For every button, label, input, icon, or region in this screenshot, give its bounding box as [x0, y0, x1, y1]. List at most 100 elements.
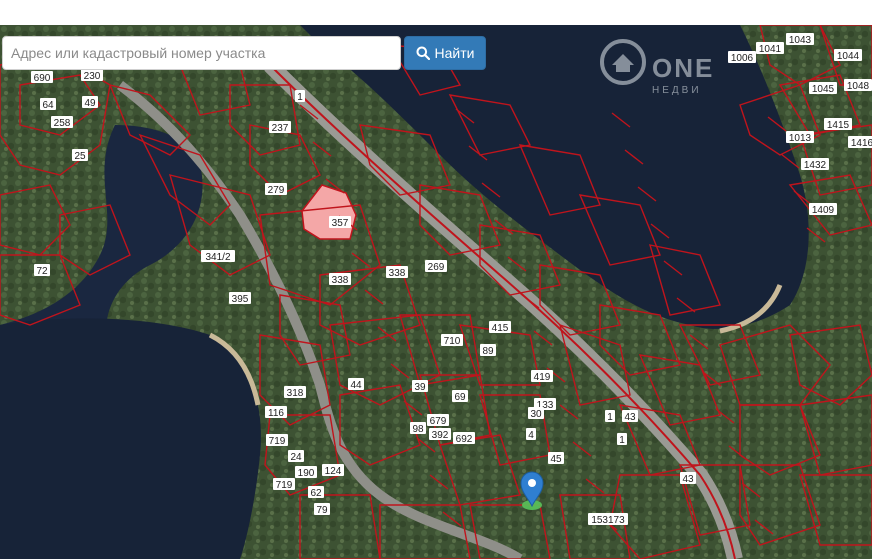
parcel-number-label: 72 [34, 264, 50, 277]
watermark-title: ONE [652, 53, 715, 83]
address-search-input[interactable] [2, 36, 401, 70]
find-button[interactable]: Найти [404, 36, 486, 70]
parcel-number-label: 1 [617, 433, 627, 446]
parcel-number-label: 1409 [809, 203, 837, 216]
parcel-number-label: 4 [526, 428, 536, 441]
parcel-number-label: 338 [386, 266, 408, 279]
svg-text:419: 419 [534, 372, 551, 383]
parcel-number-label: 43 [680, 472, 696, 485]
svg-text:124: 124 [325, 466, 342, 477]
parcel-number-label: 395 [229, 292, 251, 305]
svg-text:279: 279 [268, 185, 285, 196]
parcel-number-label: 392 [429, 428, 451, 441]
svg-text:98: 98 [412, 424, 424, 435]
svg-text:116: 116 [268, 408, 284, 419]
parcel-number-label: 124 [322, 464, 344, 477]
svg-text:269: 269 [428, 262, 445, 273]
parcel-number-label: 1432 [801, 158, 829, 171]
parcel-number-label: 719 [273, 478, 295, 491]
parcel-number-label: 69 [452, 390, 468, 403]
parcel-number-label: 1048 [844, 79, 872, 92]
parcel-number-label: 116 [265, 406, 287, 419]
svg-text:1043: 1043 [789, 35, 812, 46]
parcel-number-label: 190 [295, 466, 317, 479]
svg-text:72: 72 [36, 266, 48, 277]
parcel-number-label: 690 [31, 71, 53, 84]
svg-text:4: 4 [528, 430, 534, 441]
map-marker-icon[interactable] [520, 471, 544, 510]
svg-text:710: 710 [444, 336, 461, 347]
parcel-number-label: 318 [284, 386, 306, 399]
svg-text:1: 1 [619, 435, 625, 446]
svg-text:341/2: 341/2 [205, 252, 230, 263]
parcel-number-label: 1 [295, 90, 305, 103]
svg-text:45: 45 [550, 454, 562, 465]
parcel-number-label: 44 [348, 378, 364, 391]
parcel-number-label: 39 [412, 380, 428, 393]
svg-text:153173: 153173 [591, 515, 625, 526]
watermark-subtitle: НЕДВИ [652, 85, 702, 96]
parcel-number-label: 1041 [756, 42, 784, 55]
svg-text:39: 39 [414, 382, 426, 393]
parcel-number-label: 64 [40, 98, 56, 111]
svg-text:89: 89 [482, 346, 494, 357]
parcel-number-label: 89 [480, 344, 496, 357]
svg-text:690: 690 [34, 73, 51, 84]
parcel-number-label: 1045 [809, 82, 837, 95]
parcel-number-label: 341/2 [201, 250, 235, 263]
svg-text:357: 357 [332, 218, 349, 229]
parcel-number-label: 237 [269, 121, 291, 134]
parcel-number-label: 230 [81, 69, 103, 82]
svg-text:395: 395 [232, 294, 249, 305]
lake-southwest [0, 318, 261, 559]
svg-text:1013: 1013 [789, 133, 812, 144]
parcel-number-label: 1416 [848, 136, 872, 149]
page-top-strip [0, 0, 872, 25]
svg-text:43: 43 [682, 474, 694, 485]
parcel-number-label: 79 [314, 503, 330, 516]
svg-text:24: 24 [290, 452, 302, 463]
svg-text:258: 258 [54, 118, 71, 129]
svg-text:1409: 1409 [812, 205, 835, 216]
parcel-number-label: 1043 [786, 33, 814, 46]
parcel-number-label: 24 [288, 450, 304, 463]
parcel-number-label: 45 [548, 452, 564, 465]
parcel-number-label: 25 [72, 149, 88, 162]
svg-text:69: 69 [454, 392, 466, 403]
svg-text:318: 318 [287, 388, 304, 399]
cadastral-map[interactable]: 690 230 64 49 258 25 72 279 357 338 338 341/2 395 269… [0, 25, 872, 559]
parcel-number-label: 1013 [786, 131, 814, 144]
parcel-number-label: 279 [265, 183, 287, 196]
svg-text:230: 230 [84, 71, 101, 82]
parcel-number-label: 43 [622, 410, 638, 423]
parcel-number-label: 419 [531, 370, 553, 383]
watermark-logo: ONE НЕДВИ [600, 39, 750, 109]
parcel-number-label: 710 [441, 334, 463, 347]
svg-text:392: 392 [432, 430, 449, 441]
svg-text:719: 719 [269, 436, 286, 447]
svg-text:679: 679 [430, 416, 447, 427]
find-button-label: Найти [434, 45, 475, 61]
parcel-number-label: 1044 [834, 49, 862, 62]
svg-text:1432: 1432 [804, 160, 827, 171]
search-icon [416, 46, 430, 60]
parcel-number-label: 258 [51, 116, 73, 129]
parcel-number-label: 692 [453, 432, 475, 445]
parcel-number-label: 357 [329, 216, 351, 229]
svg-text:415: 415 [492, 323, 509, 334]
house-logo-icon [600, 39, 646, 85]
parcel-number-label: 679 [427, 414, 449, 427]
svg-text:237: 237 [272, 123, 289, 134]
svg-text:44: 44 [350, 380, 362, 391]
svg-text:25: 25 [74, 151, 86, 162]
svg-text:30: 30 [530, 409, 542, 420]
svg-text:64: 64 [42, 100, 54, 111]
svg-text:190: 190 [298, 468, 315, 479]
svg-text:79: 79 [316, 505, 328, 516]
svg-text:1044: 1044 [837, 51, 860, 62]
parcel-number-label: 30 [528, 407, 544, 420]
parcel-number-label: 49 [82, 96, 98, 109]
svg-text:1048: 1048 [847, 81, 870, 92]
svg-text:49: 49 [84, 98, 96, 109]
parcel-number-label: 1415 [824, 118, 852, 131]
